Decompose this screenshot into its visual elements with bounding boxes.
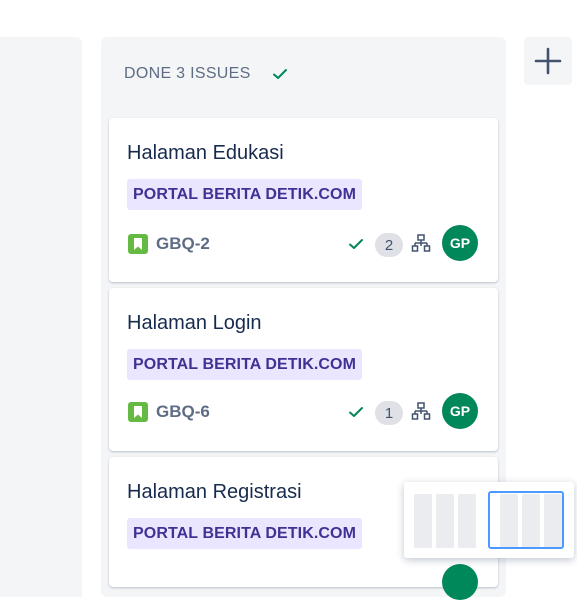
epic-label[interactable]: PORTAL BERITA DETIK.COM <box>127 518 363 549</box>
column-header: DONE 3 ISSUES <box>124 63 289 85</box>
subtask-count-badge: 2 <box>375 233 403 257</box>
done-check-icon <box>349 407 363 417</box>
minimap-column <box>458 494 476 548</box>
plus-icon <box>534 47 562 75</box>
epic-label[interactable]: PORTAL BERITA DETIK.COM <box>127 179 363 210</box>
story-icon <box>128 234 148 254</box>
issue-key[interactable]: GBQ-2 <box>156 234 210 254</box>
done-check-icon <box>349 239 363 249</box>
minimap-column <box>414 494 432 548</box>
assignee-avatar[interactable]: GP <box>442 393 478 429</box>
add-column-button[interactable] <box>524 37 572 85</box>
card-title: Halaman Login <box>127 312 262 334</box>
minimap-column <box>436 494 454 548</box>
story-icon <box>128 402 148 422</box>
epic-label[interactable]: PORTAL BERITA DETIK.COM <box>127 349 363 380</box>
previous-column <box>0 37 82 597</box>
assignee-avatar[interactable]: GP <box>442 225 478 261</box>
issue-card[interactable]: Halaman Login PORTAL BERITA DETIK.COM GB… <box>109 288 498 451</box>
column-title: DONE 3 ISSUES <box>124 65 251 82</box>
issue-key[interactable]: GBQ-6 <box>156 402 210 422</box>
assignee-avatar[interactable] <box>442 564 478 600</box>
child-issues-icon <box>411 234 431 252</box>
subtask-count-badge: 1 <box>375 401 403 425</box>
card-title: Halaman Registrasi <box>127 481 302 503</box>
board-minimap[interactable] <box>404 482 574 558</box>
minimap-viewport-handle[interactable] <box>488 491 564 549</box>
card-title: Halaman Edukasi <box>127 142 284 164</box>
child-issues-icon <box>411 402 431 420</box>
check-icon <box>272 69 287 79</box>
issue-card[interactable]: Halaman Edukasi PORTAL BERITA DETIK.COM … <box>109 118 498 282</box>
